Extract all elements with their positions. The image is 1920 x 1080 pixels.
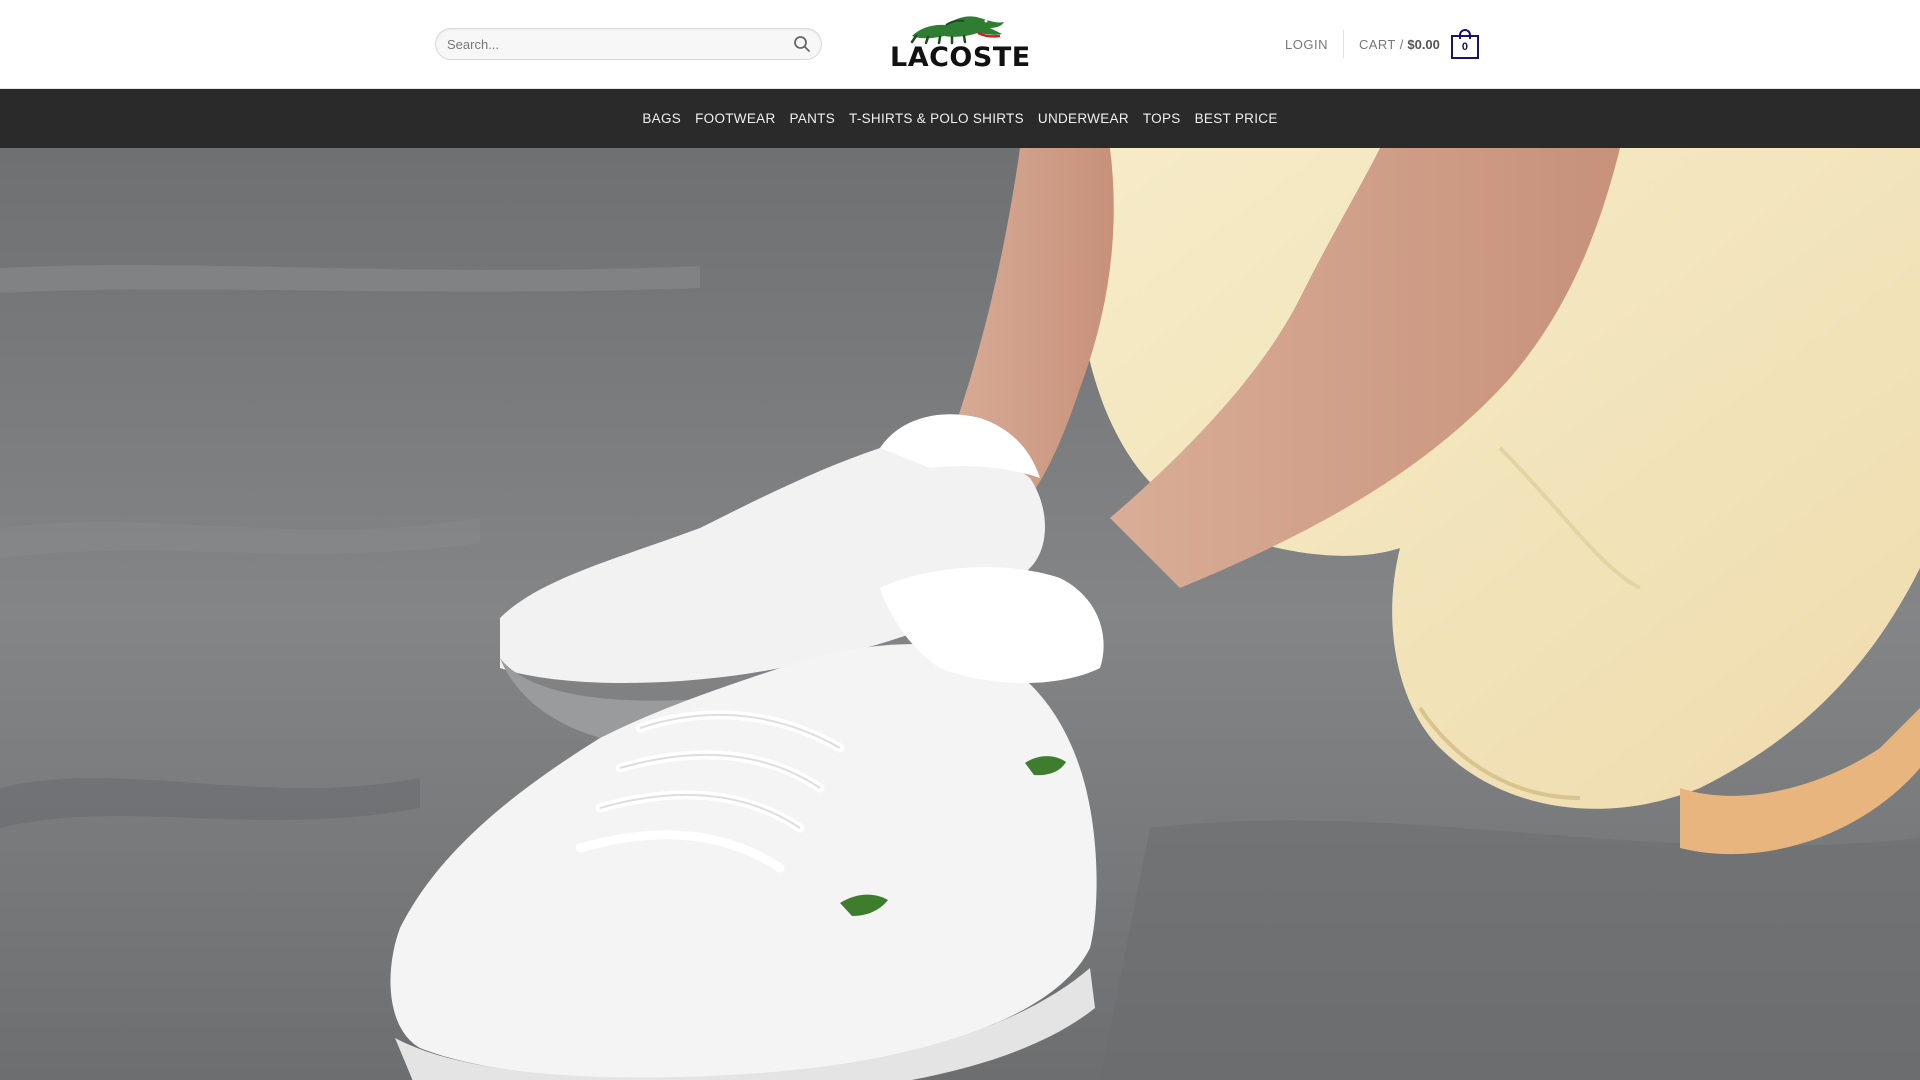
nav-item-bags[interactable]: BAGS [642,111,681,126]
cart-label: CART [1358,36,1396,52]
nav-item-best-price[interactable]: BEST PRICE [1195,111,1278,126]
nav-item-footwear[interactable]: FOOTWEAR [695,111,775,126]
shopping-bag-icon[interactable]: 0 [1450,29,1479,59]
main-navigation: BAGS FOOTWEAR PANTS T-SHIRTS & POLO SHIR… [0,89,1920,148]
hero-image [0,148,1920,1080]
nav-item-tshirts-polo[interactable]: T-SHIRTS & POLO SHIRTS [849,111,1024,126]
nav-item-pants[interactable]: PANTS [790,111,836,126]
logo-wordmark: LACOSTE [890,42,1031,73]
cart-count-badge: 0 [1450,35,1479,59]
search-input[interactable] [436,29,776,59]
cart-separator: / [1399,36,1404,52]
nav-item-underwear[interactable]: UNDERWEAR [1038,111,1129,126]
hero-banner[interactable] [0,148,1920,1080]
site-header: LACOSTE LOGIN CART / $0.00 0 [0,0,1920,89]
search-bar [435,28,822,60]
crocodile-logo-icon [910,16,1004,45]
site-logo[interactable]: LACOSTE [890,12,1031,80]
cart-total: $0.00 [1407,36,1440,52]
cart-link[interactable]: CART / $0.00 0 [1344,29,1479,59]
nav-item-tops[interactable]: TOPS [1143,111,1181,126]
search-icon [794,36,810,52]
search-button[interactable] [791,33,813,55]
account-area: LOGIN CART / $0.00 0 [1285,26,1479,62]
login-link[interactable]: LOGIN [1285,37,1343,52]
